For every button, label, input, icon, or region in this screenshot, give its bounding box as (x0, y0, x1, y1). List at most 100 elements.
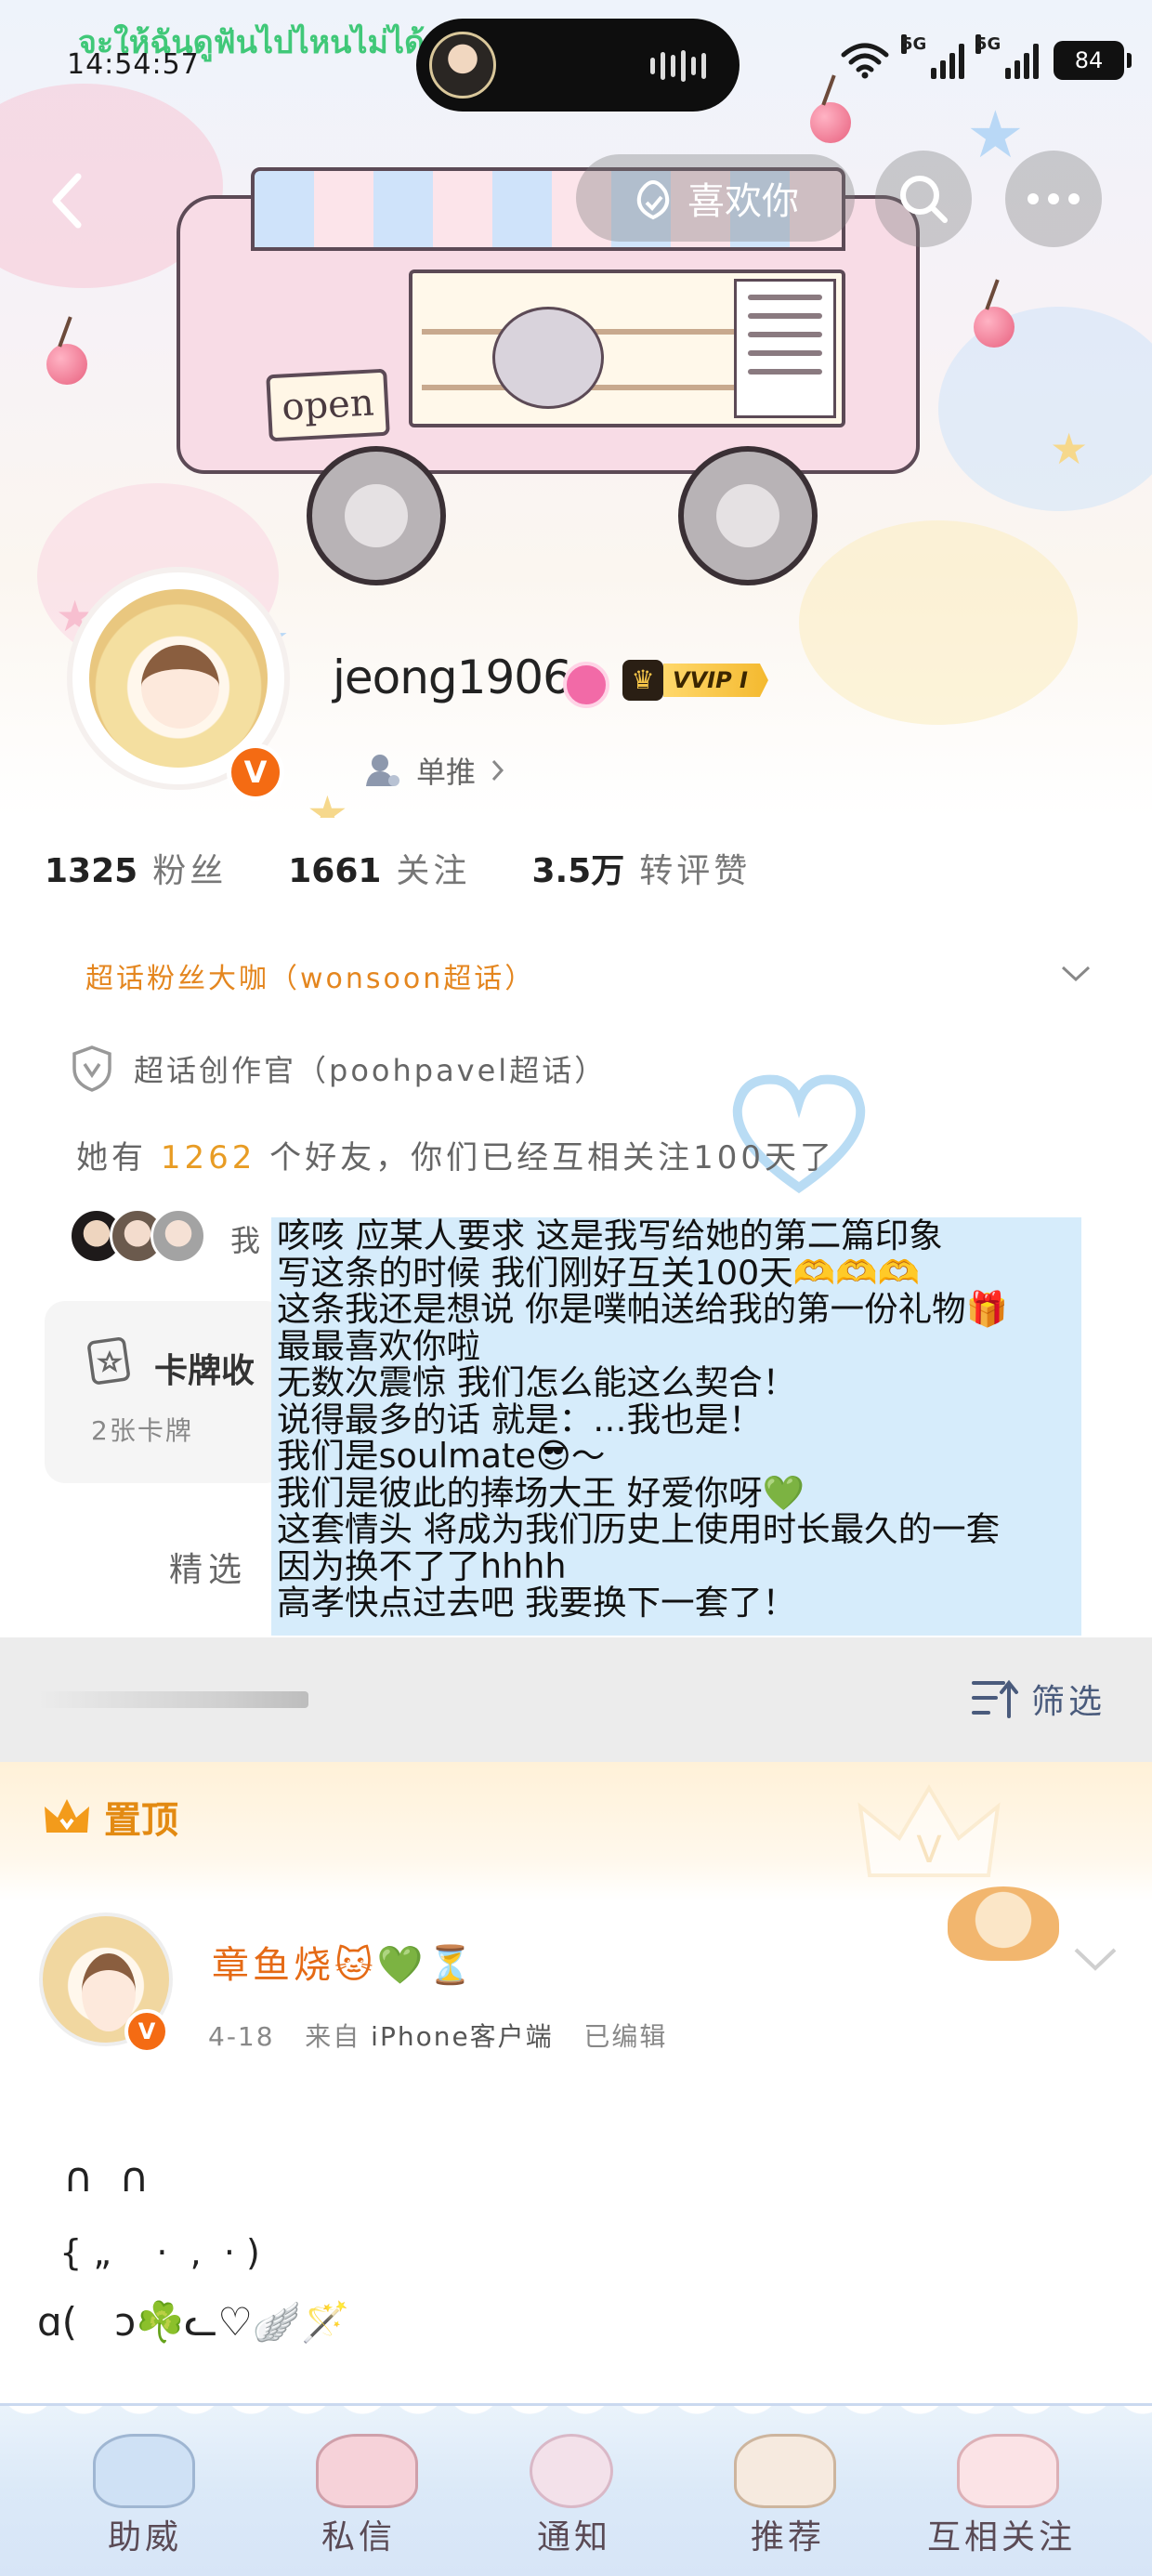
tab-mutual-follow[interactable]: 互相关注 (927, 2510, 1076, 2558)
post-art-line: ∩ ∩ (37, 2154, 150, 2201)
person-icon (366, 755, 399, 786)
audio-wave-icon (650, 50, 706, 82)
note-line: 无数次震惊 我们怎么能这么契合！ (277, 1362, 797, 1402)
card-icon (87, 1337, 130, 1385)
star-icon: ★ (307, 786, 348, 818)
note-line: 写这条的时候 我们刚好互关100天🫶🫶🫶 (277, 1252, 921, 1293)
now-playing-avatar (429, 32, 496, 99)
chevron-down-icon[interactable] (1070, 1942, 1120, 1976)
post-meta: 4-18 来自 iPhone客户端 已编辑 (208, 2017, 667, 2054)
card-collection[interactable]: 卡牌收 2张卡牌 (45, 1301, 286, 1483)
star-icon: ★ (966, 97, 1025, 173)
cherry-icon (974, 307, 1015, 348)
friends-count[interactable]: 1262 (161, 1139, 256, 1176)
followers-label[interactable]: 粉丝 (152, 844, 227, 892)
strawberry-cake-icon (957, 2434, 1059, 2508)
tab-recommend[interactable]: 推荐 (751, 2510, 825, 2558)
search-button[interactable] (875, 151, 972, 247)
username: jeong1906 (333, 651, 572, 704)
crown-icon (45, 1799, 89, 1833)
status-icons: 5G 5G 84 (840, 34, 1132, 84)
note-line: 最最喜欢你啦 (277, 1325, 480, 1366)
status-time: 14:54:57 (67, 48, 200, 81)
crown-watermark-icon: V (857, 1784, 1001, 1877)
note-line: 这套情头 将成为我们历史上使用时长最久的一套 (277, 1509, 1001, 1549)
creator-title[interactable]: 超话创作官（poohpavel超话） (71, 1045, 607, 1093)
superfan-title[interactable]: 超话粉丝大咖（wonsoon超话） (85, 955, 535, 996)
post-source-prefix: 来自 (305, 2021, 361, 2052)
followers-count[interactable]: 1325 (45, 852, 137, 890)
note-line: 咳咳 应某人要求 这是我写给她的第二篇印象 (277, 1217, 943, 1255)
battery-indicator: 84 (1054, 41, 1132, 80)
verified-badge: V (124, 2009, 169, 2054)
post-art-line: { „ · , · ) (37, 2232, 260, 2273)
tab-notify[interactable]: 通知 (537, 2510, 611, 2558)
friends-info: 她有 1262 个好友，你们已经互相关注100天了 (76, 1139, 836, 1176)
following-count[interactable]: 1661 (288, 852, 381, 890)
tab-scroll-indicator (37, 1691, 308, 1708)
following-label[interactable]: 关注 (396, 844, 470, 892)
koala-chef-icon (93, 2434, 195, 2508)
creator-label: 超话创作官（poohpavel超话） (134, 1053, 608, 1088)
pinned-label: 置顶 (43, 1790, 178, 1844)
back-arrow-icon[interactable] (37, 164, 102, 238)
crown-icon: ♛ (622, 660, 663, 701)
chevron-right-icon (491, 759, 504, 782)
post-source: iPhone客户端 (371, 2021, 554, 2052)
post-edited: 已编辑 (583, 2021, 668, 2052)
text-overlay-note: 咳咳 应某人要求 这是我写给她的第二篇印象 写这条的时候 我们刚好互关100天🫶… (271, 1217, 1081, 1636)
post-date: 4-18 (208, 2021, 275, 2052)
bag-icon (636, 180, 670, 220)
yellow-blob-decoration (799, 520, 1078, 725)
mutual-label: 我 (230, 1223, 261, 1258)
signal-5g-icon: 5G (975, 34, 1039, 79)
bottom-action-bar: 助威 私信 通知 推荐 互相关注 (0, 2403, 1152, 2576)
note-line: 因为换不了了hhhh (277, 1545, 567, 1586)
wifi-icon (841, 43, 889, 79)
donut-icon (530, 2434, 613, 2508)
note-line: 高孝快点过去吧 我要换下一套了！ (277, 1583, 797, 1623)
post-art-line: ɑ( ɔ☘️ᓚ♡🪽🪄 (37, 2299, 350, 2345)
filter-button[interactable]: 筛选 (970, 1675, 1106, 1723)
tab-cheer[interactable]: 助威 (108, 2510, 182, 2558)
like-you-label: 喜欢你 (687, 180, 799, 223)
cherry-icon (810, 102, 851, 143)
chevron-down-icon[interactable] (1059, 957, 1093, 991)
koala-illustration (492, 307, 604, 409)
like-you-button[interactable]: 喜欢你 (576, 154, 855, 242)
more-dots-icon (1028, 193, 1080, 204)
note-line: 我们是soulmate😎～ (277, 1436, 606, 1476)
interactions-label: 转评赞 (639, 852, 752, 890)
signal-5g-icon: 5G (901, 34, 964, 79)
cupcake-icon (316, 2434, 418, 2508)
shield-icon (72, 1045, 111, 1092)
dynamic-island-player[interactable] (416, 19, 740, 112)
note-line: 这条我还是想说 你是噗帕送给我的第一份礼物🎁 (277, 1289, 1009, 1329)
cherry-icon (46, 344, 87, 385)
menu-board (734, 279, 836, 418)
star-icon: ★ (1050, 424, 1089, 474)
verified-badge: V (227, 743, 284, 801)
vip-badge[interactable]: ♛ VVIP I (622, 660, 768, 701)
feed-toolbar: 筛选 (0, 1637, 1152, 1762)
blue-blob-decoration (938, 307, 1152, 511)
interactions-count: 3.5万 (531, 852, 625, 890)
open-sign: open (266, 368, 390, 442)
filter-icon (971, 1679, 1018, 1718)
featured-label[interactable]: 精选 (169, 1543, 247, 1591)
note-line: 我们是彼此的捧场大王 好爱你呀💚 (277, 1472, 805, 1513)
search-icon (900, 176, 948, 223)
mutual-friends-avatars[interactable] (69, 1208, 208, 1264)
svg-text:V: V (916, 1829, 942, 1872)
card-count: 2张卡牌 (91, 1415, 193, 1446)
tab-message[interactable]: 私信 (321, 2510, 396, 2558)
shiba-bread-illustration (948, 1886, 1059, 1961)
post-author-name[interactable]: 章鱼烧🐱💚⏳ (212, 1935, 477, 1989)
single-push-link[interactable]: 单推 (364, 749, 505, 792)
single-push-label: 单推 (416, 755, 477, 790)
fan-badge-icon[interactable] (563, 662, 609, 708)
avatar (151, 1208, 206, 1264)
puppy-icon (734, 2434, 836, 2508)
more-button[interactable] (1005, 151, 1102, 247)
card-title: 卡牌收 (154, 1352, 255, 1390)
